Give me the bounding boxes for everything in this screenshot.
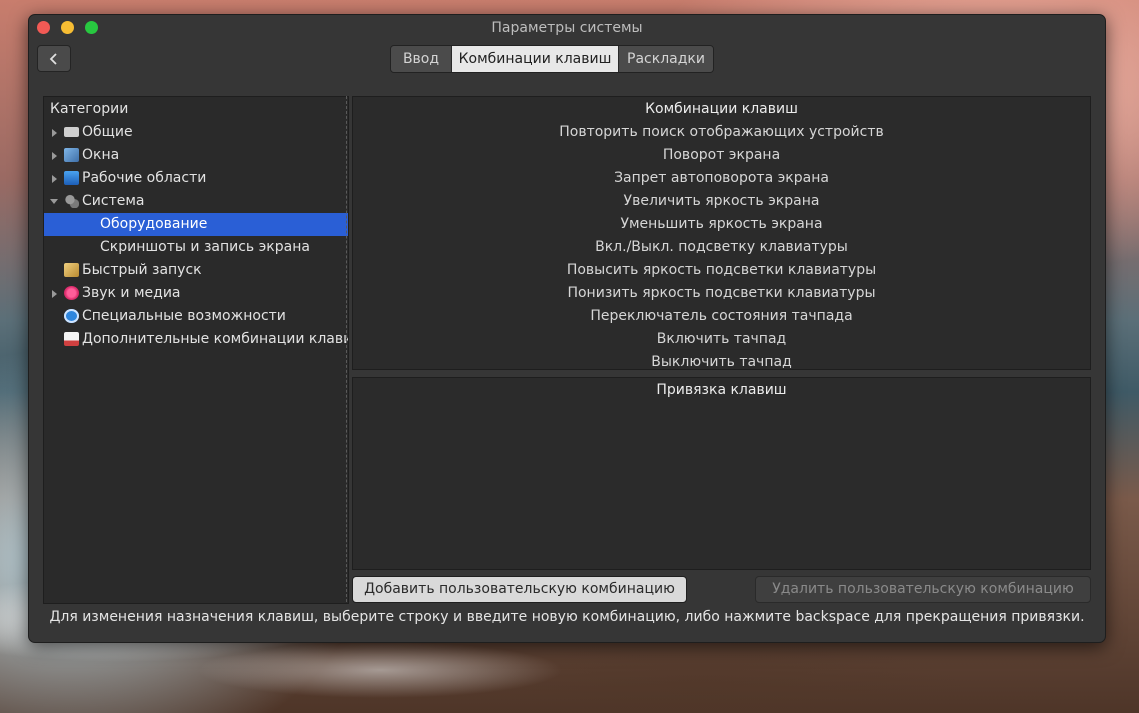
shortcut-row[interactable]: Переключатель состояния тачпада — [353, 305, 1090, 328]
category-label: Система — [82, 193, 145, 209]
category-sound-media[interactable]: Звук и медиа — [44, 282, 348, 305]
shortcut-row[interactable]: Запрет автоповорота экрана — [353, 167, 1090, 190]
shortcut-row[interactable]: Поворот экрана — [353, 144, 1090, 167]
expand-arrow-icon[interactable] — [52, 175, 57, 183]
accessibility-icon — [64, 309, 79, 323]
category-workspaces[interactable]: Рабочие области — [44, 167, 348, 190]
category-hardware[interactable]: Оборудование — [44, 213, 348, 236]
launcher-icon — [64, 263, 79, 277]
help-text: Для изменения назначения клавиш, выберит… — [49, 609, 1085, 625]
collapse-arrow-icon[interactable] — [50, 199, 58, 204]
category-system[interactable]: Система — [44, 190, 348, 213]
expand-arrow-icon[interactable] — [52, 290, 57, 298]
category-label: Дополнительные комбинации клавиш — [82, 331, 349, 347]
categories-list: Категории Общие Окна Рабочие области Сис… — [43, 96, 349, 604]
tab-layouts[interactable]: Раскладки — [619, 46, 713, 72]
pane-splitter[interactable] — [346, 96, 347, 602]
shortcuts-list: Комбинации клавиш Повторить поиск отобра… — [352, 96, 1091, 370]
category-screenshots[interactable]: Скриншоты и запись экрана — [44, 236, 348, 259]
category-accessibility[interactable]: Специальные возможности — [44, 305, 348, 328]
custom-shortcuts-icon — [64, 332, 79, 346]
category-label: Окна — [82, 147, 120, 163]
category-label: Оборудование — [100, 216, 208, 232]
back-button[interactable] — [37, 45, 71, 72]
chevron-left-icon — [49, 52, 57, 65]
shortcut-row[interactable]: Вкл./Выкл. подсветку клавиатуры — [353, 236, 1090, 259]
shortcuts-header: Комбинации клавиш — [645, 101, 798, 117]
category-label: Специальные возможности — [82, 308, 286, 324]
categories-header: Категории — [50, 101, 129, 117]
expand-arrow-icon[interactable] — [52, 129, 57, 137]
shortcut-row[interactable]: Увеличить яркость экрана — [353, 190, 1090, 213]
tab-shortcuts[interactable]: Комбинации клавиш — [452, 46, 619, 72]
key-bindings-list: Привязка клавиш — [352, 377, 1091, 570]
title-bar[interactable]: Параметры системы — [29, 15, 1105, 45]
window-title: Параметры системы — [491, 20, 643, 36]
shortcut-row[interactable]: Выключить тачпад — [353, 351, 1090, 369]
windows-icon — [64, 148, 79, 162]
category-label: Общие — [82, 124, 133, 140]
monitor-icon — [64, 171, 79, 185]
keyboard-icon — [64, 127, 79, 137]
category-label: Звук и медиа — [82, 285, 181, 301]
gears-icon — [64, 194, 79, 208]
remove-custom-shortcut-button[interactable]: Удалить пользовательскую комбинацию — [755, 576, 1091, 603]
expand-arrow-icon[interactable] — [52, 152, 57, 160]
bindings-header: Привязка клавиш — [656, 382, 787, 398]
shortcut-row[interactable]: Повторить поиск отображающих устройств — [353, 121, 1090, 144]
category-general[interactable]: Общие — [44, 121, 348, 144]
shortcut-row[interactable]: Понизить яркость подсветки клавиатуры — [353, 282, 1090, 305]
shortcut-row[interactable]: Повысить яркость подсветки клавиатуры — [353, 259, 1090, 282]
music-icon — [64, 286, 79, 300]
category-custom-shortcuts[interactable]: Дополнительные комбинации клавиш — [44, 328, 348, 351]
category-windows[interactable]: Окна — [44, 144, 348, 167]
tab-input[interactable]: Ввод — [391, 46, 452, 72]
category-label: Скриншоты и запись экрана — [100, 239, 310, 255]
shortcut-row[interactable]: Включить тачпад — [353, 328, 1090, 351]
category-launchers[interactable]: Быстрый запуск — [44, 259, 348, 282]
settings-window: Параметры системы Ввод Комбинации клавиш… — [28, 14, 1106, 643]
add-custom-shortcut-button[interactable]: Добавить пользовательскую комбинацию — [352, 576, 687, 603]
category-label: Быстрый запуск — [82, 262, 202, 278]
shortcut-row[interactable]: Уменьшить яркость экрана — [353, 213, 1090, 236]
tab-bar: Ввод Комбинации клавиш Раскладки — [390, 45, 714, 73]
category-label: Рабочие области — [82, 170, 207, 186]
